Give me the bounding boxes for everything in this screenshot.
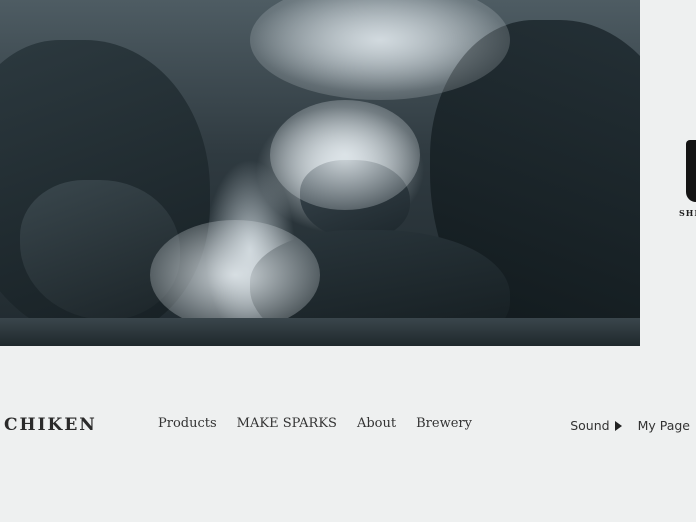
side-logo: SHI xyxy=(676,138,696,228)
nav-links: Products MAKE SPARKS About Brewery xyxy=(158,416,472,431)
nav-link-make-sparks[interactable]: MAKE SPARKS xyxy=(237,416,337,431)
main-navigation: CHIKEN Products MAKE SPARKS About Brewer… xyxy=(0,400,696,450)
sound-toggle[interactable]: Sound xyxy=(570,418,622,433)
waterfall-spray xyxy=(150,220,320,330)
sound-label: Sound xyxy=(570,418,610,433)
nav-link-products[interactable]: Products xyxy=(158,416,217,431)
side-logo-text: SHI xyxy=(679,208,696,218)
utility-links: Sound My Page xyxy=(570,418,690,433)
nav-link-about[interactable]: About xyxy=(357,416,396,431)
logo-mark-icon xyxy=(686,140,696,202)
hero-video-image xyxy=(0,0,640,346)
nav-link-brewery[interactable]: Brewery xyxy=(416,416,472,431)
pool-surface xyxy=(0,318,640,346)
my-page-link[interactable]: My Page xyxy=(638,418,690,433)
brand-logo[interactable]: CHIKEN xyxy=(4,415,97,435)
waterfall-mist xyxy=(270,100,420,210)
play-icon xyxy=(614,420,622,431)
